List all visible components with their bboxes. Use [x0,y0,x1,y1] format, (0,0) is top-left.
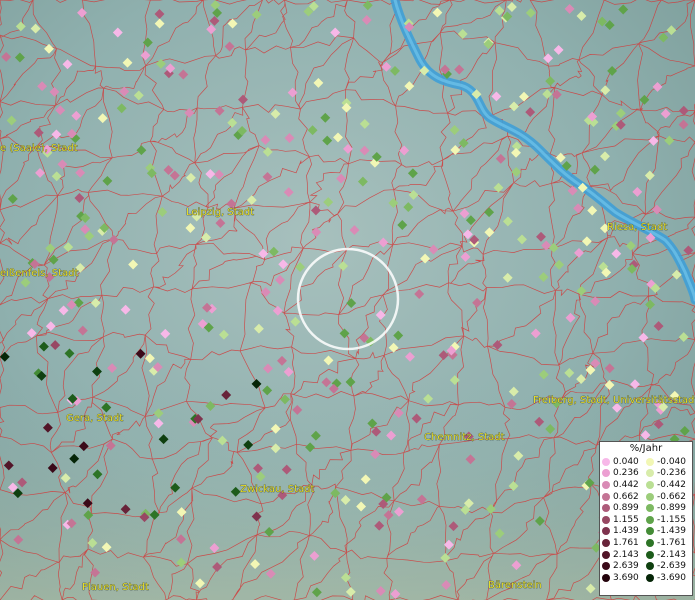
legend-swatch [602,480,610,489]
place-label: Bärenstein [488,580,542,591]
legend-value: 2.143 [613,549,639,560]
legend-item-negative-3: -0.662 [646,491,690,503]
legend-swatch [646,457,654,466]
map-canvas[interactable]: e (Saale), Stadt Leipzig, Stadt Riesa, Sta… [0,0,695,600]
legend: %/Jahr 0.040 0.236 0.442 0.662 0.899 1.155 1.4… [599,441,693,596]
legend-value: 0.662 [613,491,639,502]
legend-value: -3.690 [657,572,687,583]
legend-value: -2.639 [657,561,687,572]
legend-item-positive-4: 0.899 [602,502,646,514]
place-label: Plauen, Stadt [82,582,149,593]
legend-swatch [646,504,654,513]
legend-swatch [646,527,654,536]
legend-item-negative-5: -1.155 [646,514,690,526]
legend-item-positive-3: 0.662 [602,491,646,503]
legend-item-negative-4: -0.899 [646,502,690,514]
legend-value: -1.761 [657,537,687,548]
legend-swatch [602,515,610,524]
legend-swatch [646,480,654,489]
place-label: Leipzig, Stadt [186,207,254,218]
legend-value: -1.439 [657,526,687,537]
legend-value: 1.761 [613,537,639,548]
legend-value: -0.236 [657,468,687,479]
place-label: Gera, Stadt [66,413,123,424]
place-label: Freiberg, Stadt, Universitätsstadt [533,395,695,406]
legend-item-negative-1: -0.236 [646,468,690,480]
legend-swatch [646,550,654,559]
legend-value: 2.639 [613,561,639,572]
legend-title: %/Jahr [629,443,663,454]
legend-swatch [602,550,610,559]
place-label: eißenfels, Stadt [0,268,78,279]
legend-item-negative-10: -3.690 [646,572,690,584]
legend-value: -0.662 [657,491,687,502]
legend-positive-column: 0.040 0.236 0.442 0.662 0.899 1.155 1.439 1.761… [602,456,646,584]
legend-swatch [646,538,654,547]
legend-item-positive-9: 2.639 [602,560,646,572]
legend-swatch [602,562,610,571]
legend-swatch [602,469,610,478]
legend-value: -0.899 [657,503,687,514]
legend-value: 1.439 [613,526,639,537]
legend-item-negative-2: -0.442 [646,479,690,491]
place-label: Riesa, Stadt [607,222,667,233]
legend-item-positive-1: 0.236 [602,468,646,480]
legend-swatch [646,573,654,582]
legend-swatch [646,469,654,478]
place-label: e (Saale), Stadt [0,143,78,154]
place-label: Chemnitz, Stadt [424,432,505,443]
legend-value: -0.442 [657,479,687,490]
legend-value: -2.143 [657,549,687,560]
legend-swatch [602,504,610,513]
legend-item-positive-10: 3.690 [602,572,646,584]
legend-swatch [602,492,610,501]
legend-value: 0.236 [613,468,639,479]
legend-swatch [646,562,654,571]
legend-value: -0.040 [657,456,687,467]
legend-item-positive-0: 0.040 [602,456,646,468]
legend-item-negative-9: -2.639 [646,560,690,572]
legend-value: 1.155 [613,514,639,525]
place-label: Zwickau, Stadt [240,484,314,495]
legend-item-negative-8: -2.143 [646,549,690,561]
legend-item-negative-6: -1.439 [646,526,690,538]
legend-value: -1.155 [657,514,687,525]
legend-swatch [602,538,610,547]
legend-item-positive-6: 1.439 [602,526,646,538]
legend-swatch [602,527,610,536]
legend-value: 0.040 [613,456,639,467]
legend-value: 0.442 [613,479,639,490]
legend-item-negative-7: -1.761 [646,537,690,549]
legend-negative-column: -0.040 -0.236 -0.442 -0.662 -0.899 -1.155 -1.4… [646,456,690,584]
legend-item-positive-2: 0.442 [602,479,646,491]
legend-swatch [602,573,610,582]
legend-item-positive-7: 1.761 [602,537,646,549]
legend-value: 0.899 [613,503,639,514]
legend-item-negative-0: -0.040 [646,456,690,468]
legend-item-positive-8: 2.143 [602,549,646,561]
legend-item-positive-5: 1.155 [602,514,646,526]
legend-value: 3.690 [613,572,639,583]
legend-swatch [646,515,654,524]
legend-swatch [602,457,610,466]
legend-swatch [646,492,654,501]
